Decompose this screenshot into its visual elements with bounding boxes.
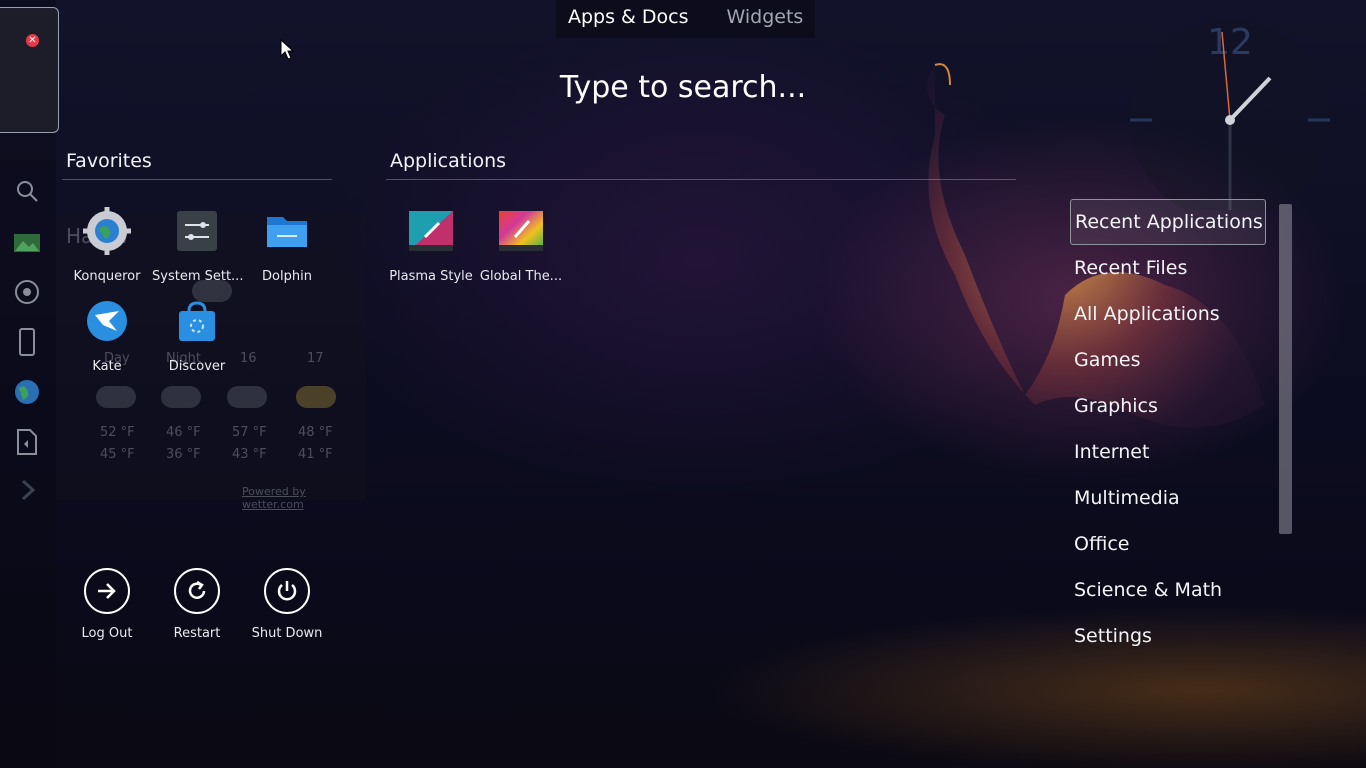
category-games[interactable]: Games [1070,337,1266,383]
applications-title: Applications [390,150,507,172]
weather-date: 17 [307,351,324,366]
category-multimedia[interactable]: Multimedia [1070,475,1266,521]
category-science-math[interactable]: Science & Math [1070,567,1266,613]
category-settings[interactable]: Settings [1070,613,1266,659]
weather-high: 52 °F [100,425,135,440]
search-icon[interactable] [12,176,42,206]
app-tile-label: Dolphin [262,269,312,284]
cloud-icon [96,386,136,408]
app-tile-kate[interactable]: Kate [62,297,152,374]
phone-icon[interactable] [12,327,42,357]
discover-icon [173,297,221,345]
tab-bar: Apps & Docs Widgets [556,0,816,38]
app-tile-plasma-style[interactable]: Plasma Style [386,207,476,284]
category-internet[interactable]: Internet [1070,429,1266,475]
app-tile-discover[interactable]: Discover [152,297,242,374]
category-scrollbar[interactable] [1279,204,1292,534]
restart-button[interactable]: Restart [152,568,242,641]
plasma-style-icon [407,207,455,255]
category-recent-files[interactable]: Recent Files [1070,245,1266,291]
applications-divider [386,179,1016,180]
weather-low: 41 °F [298,447,333,462]
logout-button[interactable]: Log Out [62,568,152,641]
partly-sunny-icon [296,386,336,408]
category-graphics[interactable]: Graphics [1070,383,1266,429]
document-icon[interactable] [12,427,42,457]
tab-apps-docs[interactable]: Apps & Docs [556,0,701,38]
dolphin-folder-icon [263,207,311,255]
konqueror-icon [83,207,131,255]
globe-icon[interactable] [12,377,42,407]
shutdown-button[interactable]: Shut Down [242,568,332,641]
weather-credit-link[interactable]: Powered by wetter.com [242,485,366,511]
category-office[interactable]: Office [1070,521,1266,567]
tab-widgets[interactable]: Widgets [715,0,816,38]
app-tile-label: Plasma Style [389,269,473,284]
app-tile-system-settings[interactable]: System Sett... [152,207,244,284]
restart-label: Restart [173,626,221,641]
weather-high: 46 °F [166,425,201,440]
left-panel: ✕ [0,0,59,768]
image-viewer-icon[interactable] [12,228,42,258]
favorites-divider [62,179,332,180]
logout-icon [84,568,130,614]
weather-date: 16 [240,351,257,366]
app-tile-dolphin[interactable]: Dolphin [242,207,332,284]
media-player-icon[interactable] [12,277,42,307]
shutdown-icon [264,568,310,614]
category-all-applications[interactable]: All Applications [1070,291,1266,337]
app-tile-label: Global The... [479,269,563,284]
category-list: Recent Applications Recent Files All App… [1070,199,1266,659]
app-tile-global-theme[interactable]: Global The... [476,207,566,284]
weather-low: 43 °F [232,447,267,462]
expand-arrow-icon[interactable] [12,475,42,505]
weather-high: 57 °F [232,425,267,440]
mouse-cursor-icon [280,38,295,65]
app-tile-konqueror[interactable]: Konqueror [62,207,152,284]
shutdown-label: Shut Down [251,626,323,641]
global-theme-icon [497,207,545,255]
app-tile-label: Discover [168,359,226,374]
weather-low: 45 °F [100,447,135,462]
category-recent-applications[interactable]: Recent Applications [1070,199,1266,245]
app-tile-label: Konqueror [73,269,141,284]
cloud-icon [161,386,201,408]
kate-icon [83,297,131,345]
app-tile-label: Kate [92,359,122,374]
logout-label: Log Out [81,626,133,641]
cloud-icon [227,386,267,408]
weather-high: 48 °F [298,425,333,440]
weather-low: 36 °F [166,447,201,462]
system-settings-icon [173,207,221,255]
app-tile-label: System Sett... [152,269,244,284]
favorites-title: Favorites [66,150,152,172]
close-icon[interactable]: ✕ [26,34,39,47]
restart-icon [174,568,220,614]
